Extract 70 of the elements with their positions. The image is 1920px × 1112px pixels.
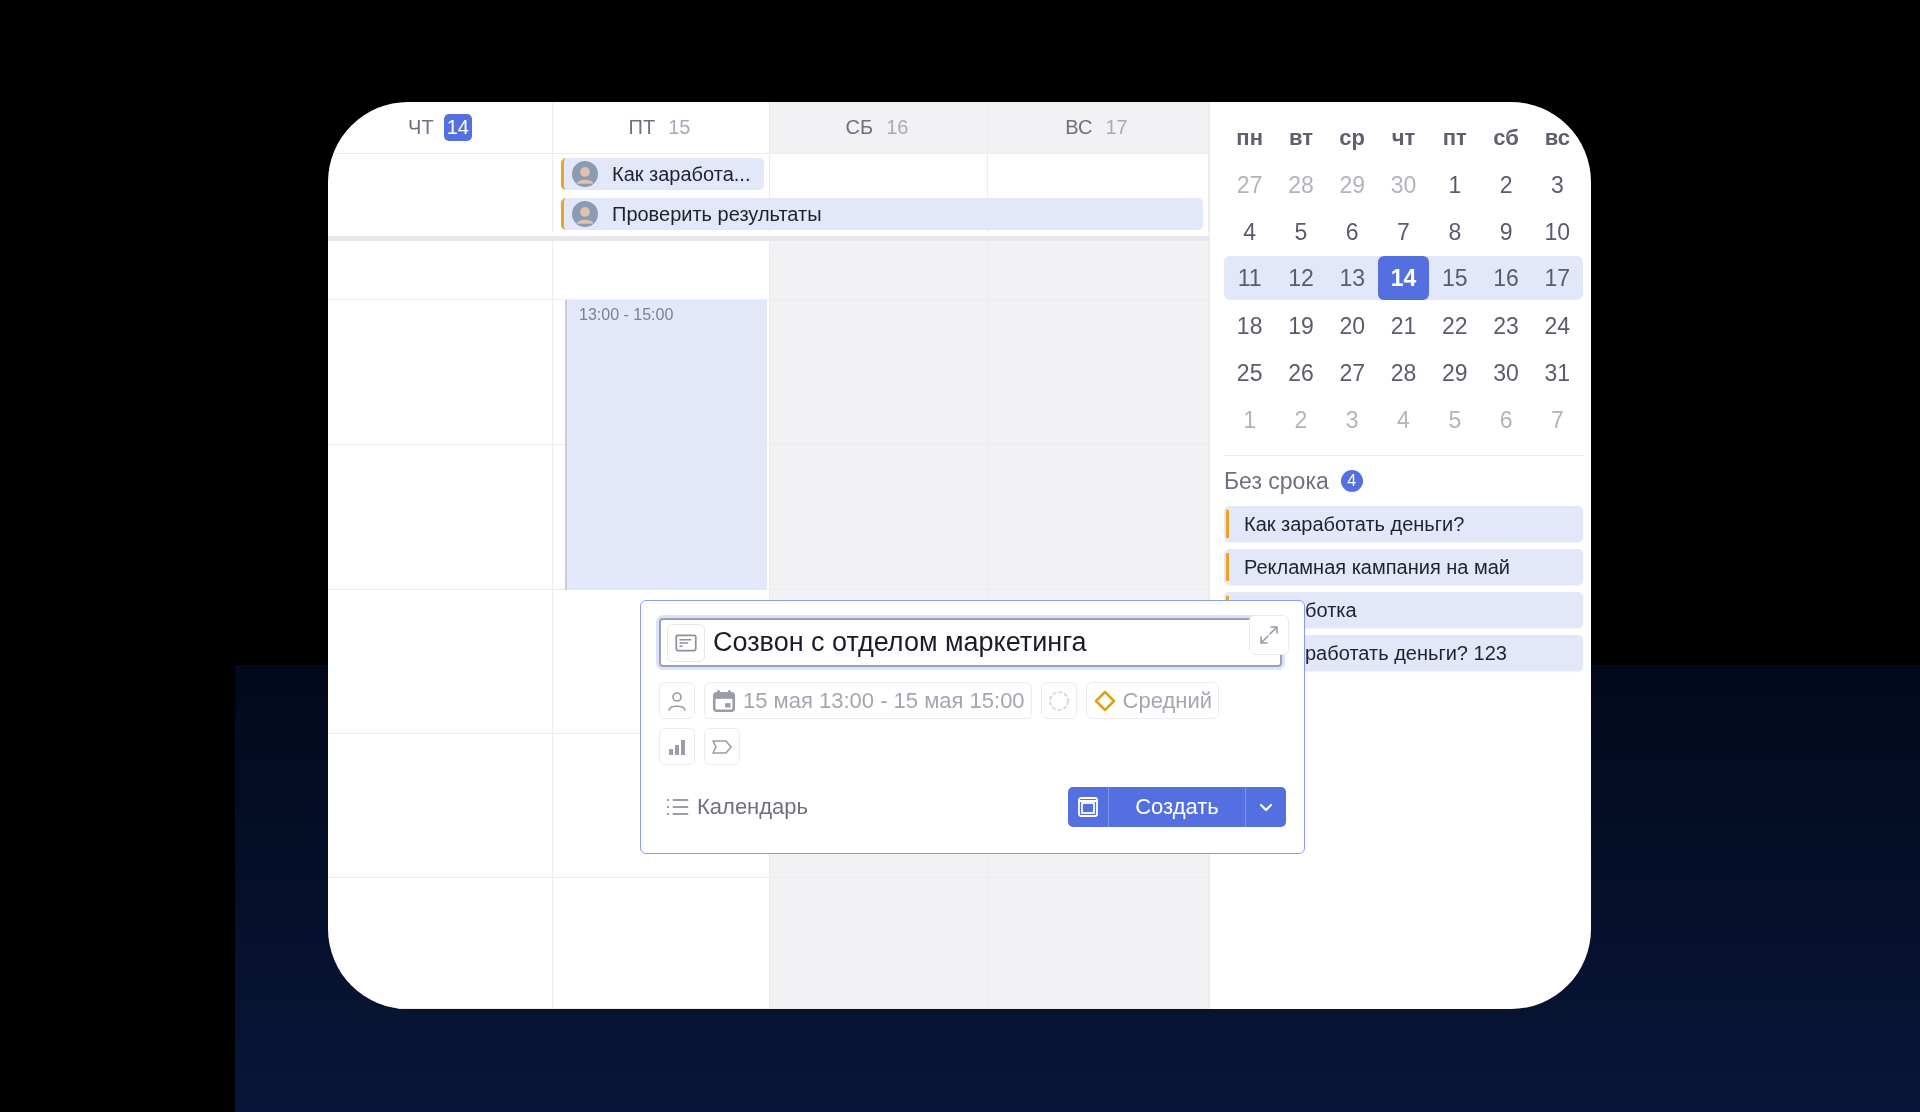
calendar-day[interactable]: 24 (1531, 303, 1583, 348)
window-button[interactable] (1068, 787, 1109, 827)
calendar-day[interactable]: 4 (1224, 209, 1276, 254)
calendar-day[interactable]: 30 (1480, 350, 1532, 395)
calendar-day[interactable]: 5 (1275, 209, 1327, 254)
expand-button[interactable] (1249, 615, 1289, 655)
calendar-day[interactable]: 20 (1326, 303, 1378, 348)
calendar-day[interactable]: 10 (1531, 209, 1583, 254)
calendar-day[interactable]: 8 (1429, 209, 1481, 254)
calendar-day[interactable]: 28 (1377, 350, 1430, 395)
calendar-day[interactable]: 18 (1224, 303, 1276, 348)
list-selector[interactable]: Календарь (659, 793, 809, 821)
description-icon (667, 623, 705, 662)
weekday-label: СБ (845, 116, 874, 139)
calendar-day[interactable]: 22 (1429, 303, 1481, 348)
calendar-day[interactable]: 12 (1275, 256, 1327, 300)
task-item[interactable]: Рекламная кампания на май (1224, 549, 1583, 585)
event-chip[interactable]: Как заработа... (561, 158, 764, 190)
calendar-icon (711, 687, 737, 714)
weekday-label: ср (1338, 124, 1367, 151)
weekday-label: чт (1390, 124, 1417, 151)
weekday-label: сб (1492, 124, 1520, 151)
weekday-label: пт (1441, 124, 1468, 151)
calendar-day[interactable]: 25 (1224, 350, 1276, 395)
create-button[interactable]: Создать (1109, 787, 1246, 827)
task-item[interactable]: Как заработать деньги? (1224, 506, 1583, 542)
avatar-icon (572, 201, 598, 227)
weekday-label: пн (1235, 124, 1264, 151)
avatar-icon (572, 161, 598, 187)
dashed-circle-icon (1046, 688, 1071, 713)
calendar-day[interactable]: 1 (1429, 162, 1481, 207)
estimate-button[interactable] (659, 728, 695, 765)
weekday-label: ПТ (628, 116, 656, 139)
calendar-day[interactable]: 9 (1480, 209, 1532, 254)
calendar-day[interactable]: 27 (1326, 350, 1378, 395)
day-number: 17 (1104, 115, 1129, 140)
section-title: Без срока (1224, 467, 1329, 495)
calendar-day[interactable]: 16 (1480, 256, 1532, 300)
calendar-day[interactable]: 11 (1224, 256, 1276, 300)
assignee-button[interactable] (659, 682, 695, 719)
calendar-day[interactable]: 13 (1326, 256, 1378, 300)
diamond-icon (1092, 688, 1117, 713)
window-icon (1076, 795, 1100, 819)
calendar-day[interactable]: 21 (1377, 303, 1430, 348)
count-badge: 4 (1340, 470, 1363, 492)
calendar-day[interactable]: 6 (1326, 209, 1378, 254)
calendar-day[interactable]: 17 (1531, 256, 1583, 300)
calendar-day[interactable]: 23 (1480, 303, 1532, 348)
weekday-label: ВС (1065, 116, 1093, 139)
status-button[interactable] (1040, 682, 1077, 719)
day-number: 14 (443, 114, 472, 141)
weekday-label: вс (1543, 124, 1571, 151)
weekday-label: вт (1287, 124, 1314, 151)
expand-icon (1257, 623, 1281, 647)
calendar-day[interactable]: 19 (1275, 303, 1327, 348)
calendar-day[interactable]: 3 (1531, 162, 1583, 207)
calendar-day[interactable]: 7 (1377, 209, 1430, 254)
calendar-day[interactable]: 26 (1275, 350, 1327, 395)
weekday-label: ЧТ (408, 116, 434, 139)
calendar-day[interactable]: 14 (1377, 256, 1430, 300)
day-number: 15 (667, 115, 692, 140)
dropdown-button[interactable] (1246, 787, 1286, 827)
calendar-day[interactable]: 2 (1480, 162, 1532, 207)
calendar-day[interactable]: 29 (1429, 350, 1481, 395)
day-number: 16 (885, 115, 910, 140)
event-chip[interactable]: Проверить результаты (561, 198, 1203, 230)
calendar-day[interactable]: 31 (1531, 350, 1583, 395)
tag-button[interactable] (704, 728, 740, 765)
calendar-day[interactable]: 15 (1429, 256, 1481, 300)
title-input[interactable]: Созвон с отделом маркетинга (659, 618, 1282, 667)
